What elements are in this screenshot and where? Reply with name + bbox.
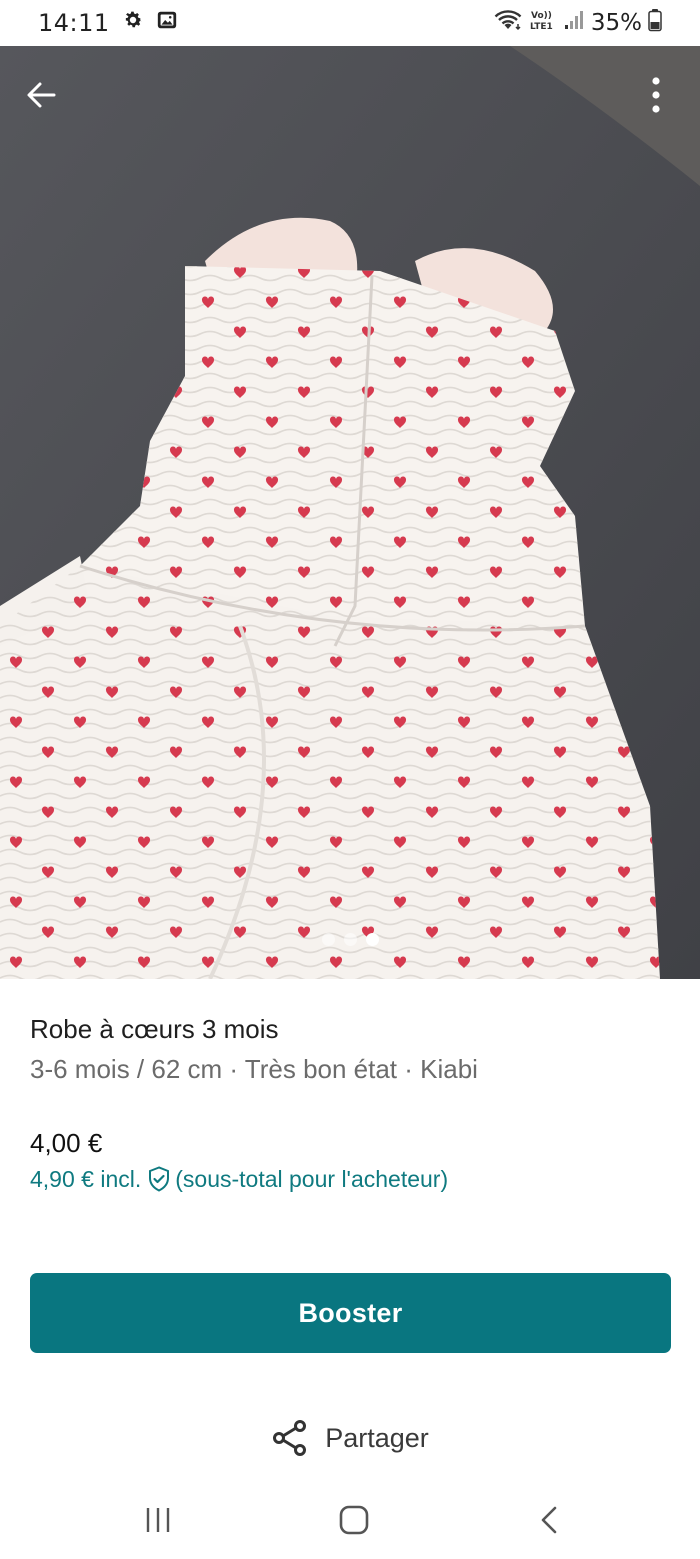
- dress-photo-image: [0, 46, 700, 979]
- share-icon: [273, 1420, 307, 1456]
- photo-pager: [0, 933, 700, 946]
- back-arrow-icon: [27, 82, 56, 108]
- item-price: 4,00 €: [30, 1128, 103, 1158]
- svg-text:LTE1: LTE1: [530, 22, 553, 32]
- battery-icon: [648, 8, 662, 39]
- share-button[interactable]: Partager: [0, 1412, 700, 1464]
- buyer-price: 4,90 € incl.: [30, 1166, 142, 1192]
- status-time: 14:11: [38, 9, 110, 37]
- gallery-icon: [156, 9, 178, 38]
- nav-back-icon: [541, 1506, 557, 1534]
- more-options-button[interactable]: [634, 72, 678, 118]
- svg-text:Vo)): Vo)): [531, 11, 552, 21]
- signal-icon: [563, 9, 585, 38]
- item-attributes: 3-6 mois / 62 cm · Très bon état · Kiabi: [30, 1054, 478, 1084]
- wifi-icon: [493, 9, 523, 38]
- home-button[interactable]: [324, 1498, 384, 1542]
- nav-back-button[interactable]: [520, 1498, 580, 1542]
- volte-lte-icon: Vo)) LTE1: [529, 8, 557, 39]
- status-bar: 14:11 Vo)) LTE1 35%: [0, 0, 700, 46]
- pager-dot[interactable]: [343, 933, 357, 946]
- recent-apps-icon: [146, 1508, 170, 1532]
- more-vertical-icon: [652, 77, 660, 113]
- share-label: Partager: [325, 1422, 429, 1453]
- product-photo[interactable]: [0, 46, 700, 979]
- recent-apps-button[interactable]: [128, 1498, 188, 1542]
- pager-dot[interactable]: [321, 933, 335, 946]
- back-button[interactable]: [18, 72, 64, 118]
- buyer-price-note: (sous-total pour l'acheteur): [175, 1166, 449, 1192]
- booster-button[interactable]: Booster: [30, 1273, 671, 1353]
- item-details: Robe à cœurs 3 mois 3-6 mois / 62 cm · T…: [30, 1012, 670, 1194]
- shield-check-icon: [147, 1166, 171, 1192]
- battery-percent: 35%: [590, 10, 642, 36]
- system-nav-bar: [0, 1480, 700, 1559]
- gear-icon: [122, 9, 144, 38]
- buyer-price-link[interactable]: 4,90 € incl. (sous-total pour l'acheteur…: [30, 1164, 670, 1194]
- item-title: Robe à cœurs 3 mois: [30, 1014, 279, 1044]
- home-icon: [339, 1505, 369, 1535]
- pager-dot[interactable]: [365, 933, 379, 946]
